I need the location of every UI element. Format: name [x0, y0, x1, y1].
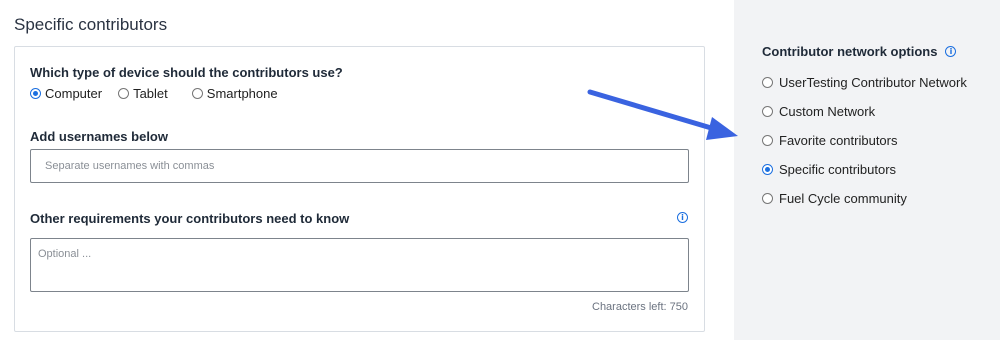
usernames-label: Add usernames below: [30, 129, 168, 144]
device-radio-group: Computer Tablet Smartphone: [30, 86, 294, 101]
radio-button[interactable]: [762, 135, 773, 146]
page-title: Specific contributors: [14, 15, 168, 34]
radio-button[interactable]: [762, 106, 773, 117]
network-option-label: Favorite contributors: [779, 133, 898, 148]
device-option-computer[interactable]: Computer: [30, 86, 102, 101]
network-option-custom[interactable]: Custom Network: [762, 97, 967, 126]
radio-button[interactable]: [118, 88, 130, 99]
device-option-tablet[interactable]: Tablet: [118, 86, 168, 101]
device-question-label: Which type of device should the contribu…: [30, 65, 343, 80]
radio-button[interactable]: [30, 88, 41, 99]
requirements-label: Other requirements your contributors nee…: [30, 211, 350, 226]
radio-button[interactable]: [762, 193, 773, 204]
network-option-favorite[interactable]: Favorite contributors: [762, 126, 967, 155]
contributor-network-sidebar: Contributor network options i UserTestin…: [734, 0, 1000, 340]
requirements-textarea[interactable]: [30, 238, 689, 292]
radio-button[interactable]: [762, 77, 773, 88]
network-option-usertesting[interactable]: UserTesting Contributor Network: [762, 68, 967, 97]
settings-card: Which type of device should the contribu…: [14, 46, 705, 332]
network-option-label: UserTesting Contributor Network: [779, 75, 967, 90]
network-option-specific[interactable]: Specific contributors: [762, 155, 967, 184]
info-icon[interactable]: i: [677, 212, 688, 223]
info-icon[interactable]: i: [945, 46, 957, 57]
main-panel: Specific contributors Which type of devi…: [0, 0, 734, 340]
device-option-smartphone[interactable]: Smartphone: [191, 86, 278, 101]
sidebar-title: Contributor network options i: [762, 44, 957, 59]
device-option-label: Smartphone: [206, 86, 278, 101]
characters-left-counter: Characters left: 750: [592, 301, 688, 313]
network-options-list: UserTesting Contributor Network Custom N…: [762, 68, 967, 213]
network-option-fuel-cycle[interactable]: Fuel Cycle community: [762, 184, 967, 213]
radio-button[interactable]: [762, 164, 773, 175]
sidebar-title-text: Contributor network options: [762, 44, 938, 59]
device-option-label: Tablet: [133, 86, 168, 101]
network-option-label: Specific contributors: [779, 162, 897, 177]
radio-button[interactable]: [191, 88, 203, 99]
usernames-input[interactable]: [30, 149, 689, 183]
network-option-label: Custom Network: [779, 104, 876, 119]
network-option-label: Fuel Cycle community: [779, 191, 907, 206]
device-option-label: Computer: [45, 86, 103, 101]
